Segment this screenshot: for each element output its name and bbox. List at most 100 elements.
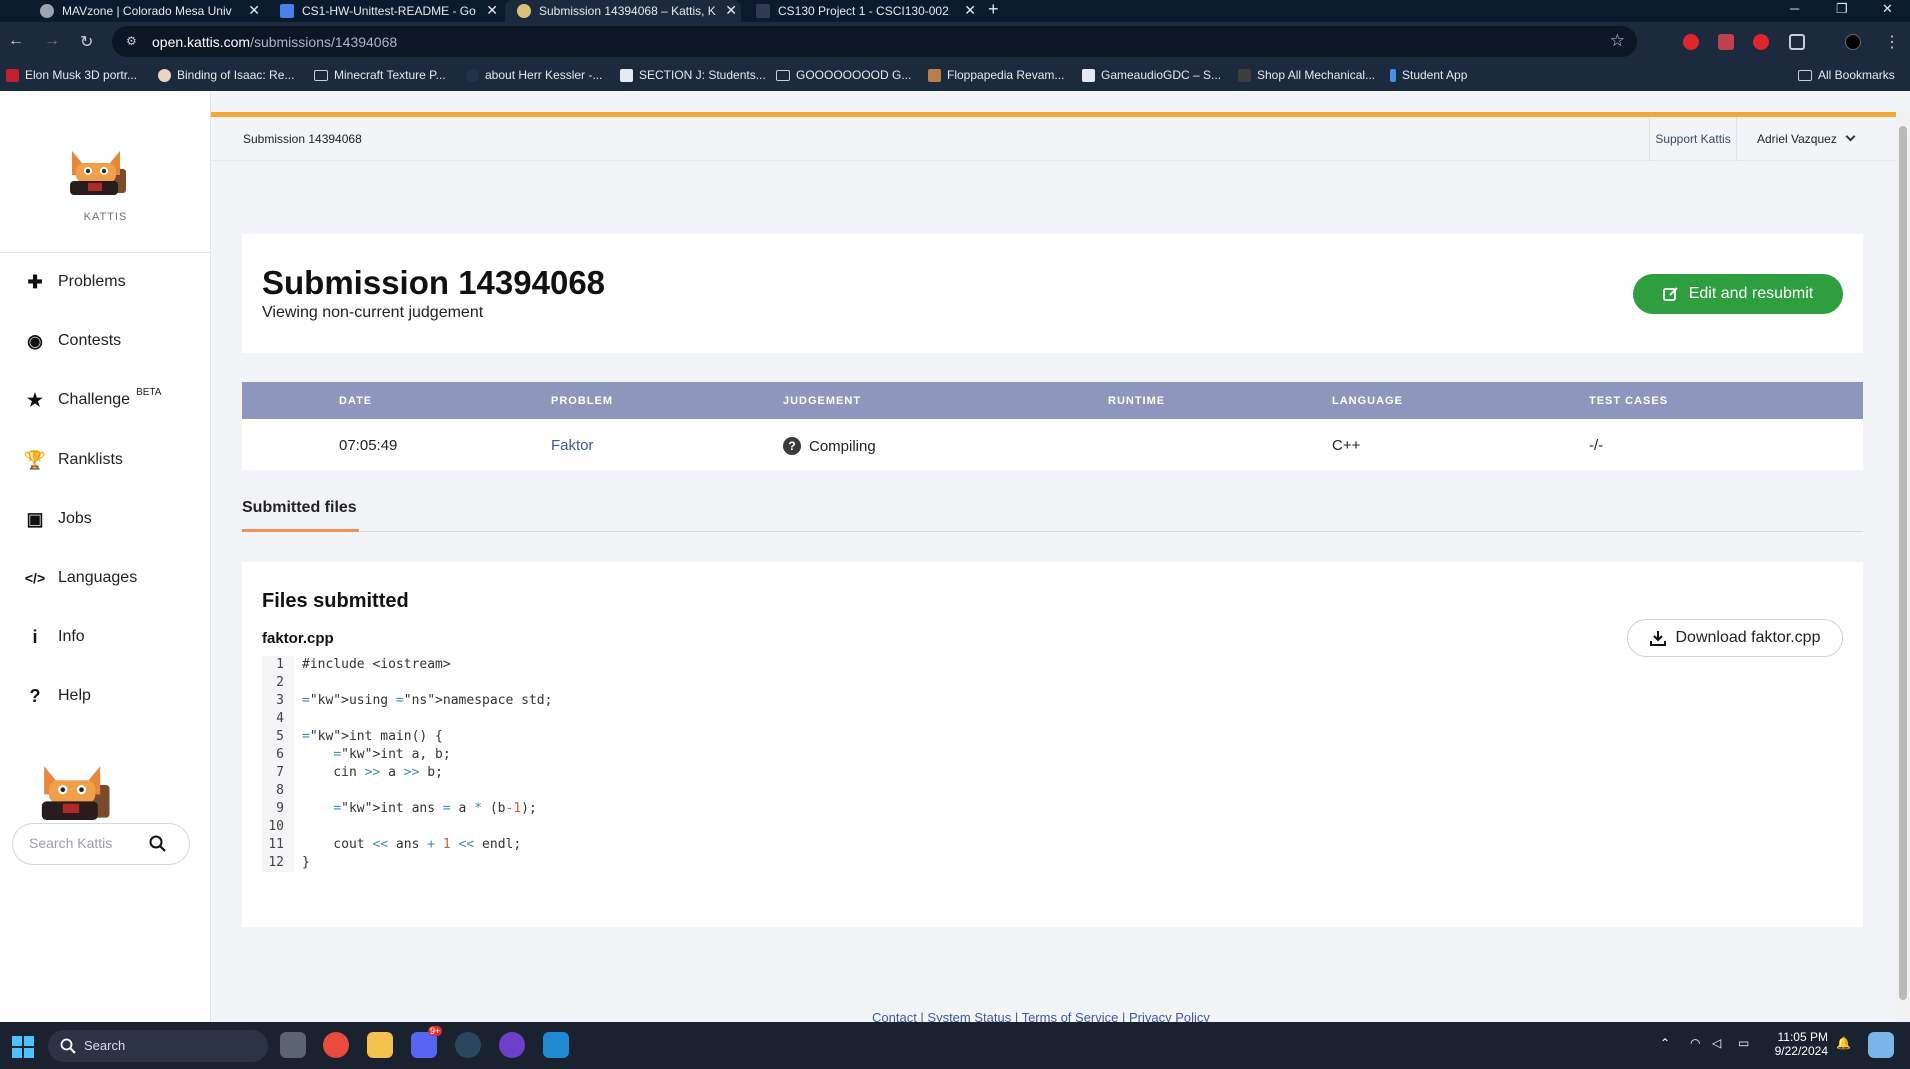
address-bar[interactable]: ⚙ open.kattis.com/submissions/14394068 ☆ xyxy=(112,26,1637,57)
top-bar: Submission 14394068 Support Kattis Adrie… xyxy=(211,117,1896,161)
search-input[interactable] xyxy=(29,835,149,851)
column-header: PROBLEM xyxy=(551,395,613,407)
tab-submitted-files[interactable]: Submitted files xyxy=(242,499,357,517)
all-bookmarks[interactable]: All Bookmarks xyxy=(1798,68,1895,82)
close-icon[interactable]: ✕ xyxy=(486,2,498,19)
sidebar-item-challenge[interactable]: ★ Challenge BETA xyxy=(24,387,162,411)
extensions-puzzle-icon[interactable] xyxy=(1789,34,1805,50)
breadcrumb[interactable]: Submission 14394068 xyxy=(243,132,362,146)
scrollbar-thumb[interactable] xyxy=(1899,126,1907,1000)
extension-icon[interactable] xyxy=(1683,34,1699,50)
battery-icon[interactable]: ▭ xyxy=(1738,1036,1749,1050)
chevron-up-icon[interactable]: ⌃ xyxy=(1660,1036,1670,1050)
sidebar-item-label: Jobs xyxy=(58,510,92,527)
browser-tab[interactable]: MAVzone | Colorado Mesa Univ ✕ xyxy=(28,0,264,22)
user-name: Adriel Vazquez xyxy=(1757,132,1837,146)
code-text: cin >> a >> b; xyxy=(302,765,443,780)
search-icon[interactable] xyxy=(149,835,167,853)
close-icon[interactable]: ✕ xyxy=(964,2,976,19)
wifi-icon[interactable]: ◠ xyxy=(1690,1036,1700,1050)
code-text: cout << ans + 1 << endl; xyxy=(302,837,522,852)
sidebar-item-ranklists[interactable]: 🏆 Ranklists xyxy=(24,449,123,471)
files-card: Files submitted faktor.cpp Download fakt… xyxy=(242,562,1863,927)
close-icon[interactable]: ✕ xyxy=(725,2,737,19)
clock[interactable]: 11:05 PM 9/22/2024 xyxy=(1768,1030,1828,1058)
edit-and-resubmit-button[interactable]: Edit and resubmit xyxy=(1633,274,1843,314)
problem-link[interactable]: Faktor xyxy=(551,437,594,454)
close-window-icon[interactable]: ✕ xyxy=(1882,1,1893,17)
bookmark-item[interactable]: Student App xyxy=(1390,68,1467,82)
browser-tab-active[interactable]: Submission 14394068 – Kattis, K ✕ xyxy=(505,0,741,22)
browser-tab[interactable]: CS1-HW-Unittest-README - Go ✕ xyxy=(268,0,502,22)
bookmark-item[interactable]: Elon Musk 3D portr... xyxy=(6,68,137,82)
notifications-icon[interactable]: 🔔 xyxy=(1836,1036,1851,1050)
clock-date: 9/22/2024 xyxy=(1774,1044,1828,1058)
code-line: 3 ="kw">using ="ns">namespace std; xyxy=(262,692,962,710)
site-info-icon[interactable]: ⚙ xyxy=(126,34,137,48)
code-text: ="kw">using ="ns">namespace std; xyxy=(302,693,553,708)
sidebar-item-languages[interactable]: </> Languages xyxy=(24,567,137,589)
kattis-logo-icon[interactable] xyxy=(66,149,136,197)
bookmark-star-icon[interactable]: ☆ xyxy=(1610,31,1625,51)
code-viewer[interactable]: 1 #include <iostream> 2 3 ="kw">using ="ns">… xyxy=(262,656,962,872)
browser-tab[interactable]: CS130 Project 1 - CSCI130-002 ✕ xyxy=(744,0,980,22)
github-desktop-icon[interactable] xyxy=(499,1032,525,1058)
divider xyxy=(0,252,211,253)
new-tab-button[interactable]: + xyxy=(988,0,999,20)
column-header: RUNTIME xyxy=(1108,395,1166,407)
docs-icon xyxy=(280,4,294,18)
bookmark-folder[interactable]: Minecraft Texture P... xyxy=(314,68,446,82)
download-file-button[interactable]: Download faktor.cpp xyxy=(1627,619,1843,657)
code-line: 1 #include <iostream> xyxy=(262,656,962,674)
judgement-text: Compiling xyxy=(809,437,876,455)
code-line: 9 ="kw">int ans = a * (b-1); xyxy=(262,800,962,818)
bookmark-item[interactable]: Shop All Mechanical... xyxy=(1238,68,1375,82)
sidebar-item-info[interactable]: i Info xyxy=(24,626,84,648)
taskbar-search[interactable]: Search xyxy=(48,1030,268,1062)
bookmark-item[interactable]: Floppapedia Revam... xyxy=(928,68,1064,82)
reload-icon[interactable]: ↻ xyxy=(80,32,93,52)
profile-avatar-icon[interactable] xyxy=(1845,34,1861,50)
search-kattis-box[interactable] xyxy=(12,823,190,865)
code-line: 5 ="kw">int main() { xyxy=(262,728,962,746)
menu-kebab-icon[interactable]: ⋮ xyxy=(1884,32,1900,52)
search-icon xyxy=(60,1038,76,1054)
sidebar-item-label: Contests xyxy=(58,332,122,349)
windows-start-icon[interactable] xyxy=(12,1036,34,1058)
bookmark-item[interactable]: Binding of Isaac: Re... xyxy=(158,68,294,82)
sidebar-item-contests[interactable]: ◉ Contests xyxy=(24,330,121,352)
file-explorer-icon[interactable] xyxy=(367,1032,393,1058)
back-icon[interactable]: ← xyxy=(8,32,24,50)
task-view-icon[interactable] xyxy=(280,1032,306,1058)
copilot-icon[interactable] xyxy=(1868,1032,1894,1058)
close-icon[interactable]: ✕ xyxy=(248,2,260,19)
steam-icon[interactable] xyxy=(455,1032,481,1058)
resubmit-label: Edit and resubmit xyxy=(1688,285,1814,302)
volume-icon[interactable]: ◁ xyxy=(1712,1036,1721,1050)
support-kattis-link[interactable]: Support Kattis xyxy=(1649,117,1737,161)
code-line: 4 xyxy=(262,710,962,728)
bookmark-item[interactable]: SECTION J: Students... xyxy=(620,68,766,82)
extension-icon[interactable] xyxy=(1718,34,1734,50)
sidebar-item-problems[interactable]: ✚ Problems xyxy=(24,271,125,293)
extension-icon[interactable] xyxy=(1753,34,1769,50)
scrollbar[interactable] xyxy=(1896,112,1910,1022)
bookmark-folder[interactable]: GOOOOOOOOD G... xyxy=(776,68,911,82)
chrome-icon[interactable] xyxy=(323,1032,349,1058)
minimize-icon[interactable]: ─ xyxy=(1790,1,1799,16)
bookmark-item[interactable]: GameaudioGDC – S... xyxy=(1082,68,1221,82)
notification-badge: 9+ xyxy=(428,1026,443,1036)
restore-icon[interactable]: ❐ xyxy=(1836,1,1848,17)
browser-toolbar: ← → ↻ ⚙ open.kattis.com/submissions/1439… xyxy=(0,22,1910,61)
vscode-icon[interactable] xyxy=(543,1032,569,1058)
line-number: 7 xyxy=(262,764,294,782)
logo-text: KATTIS xyxy=(83,211,128,223)
tab-title: CS1-HW-Unittest-README - Go xyxy=(302,4,476,18)
bookmark-item[interactable]: about Herr Kessler -... xyxy=(466,68,602,82)
sidebar-item-help[interactable]: ? Help xyxy=(24,685,91,707)
user-menu[interactable]: Adriel Vazquez xyxy=(1757,131,1856,146)
bookmark-favicon-icon xyxy=(158,68,171,82)
forward-icon[interactable]: → xyxy=(44,32,60,50)
sidebar-item-jobs[interactable]: ▣ Jobs xyxy=(24,508,92,530)
